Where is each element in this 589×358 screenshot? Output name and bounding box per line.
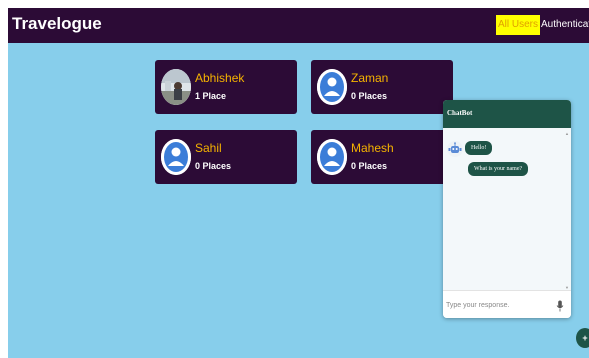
user-places-count: 0 Places	[351, 161, 388, 171]
user-name[interactable]: Abhishek	[195, 71, 244, 85]
chatbot-widget: ChatBot Hello! What is your name? ▲ ▼	[443, 100, 571, 318]
robot-icon	[446, 140, 464, 158]
user-card-sahil[interactable]: Sahil 0 Places	[155, 130, 297, 184]
bot-message: Hello!	[465, 141, 493, 155]
default-user-avatar-icon	[317, 69, 347, 105]
user-name[interactable]: Zaman	[351, 71, 388, 85]
default-user-avatar-icon	[161, 139, 191, 175]
user-card-mahesh[interactable]: Mahesh 0 Places	[311, 130, 453, 184]
user-card-zaman[interactable]: Zaman 0 Places	[311, 60, 453, 114]
scroll-up-icon[interactable]: ▲	[565, 132, 569, 136]
chatbot-header: ChatBot	[443, 100, 571, 128]
chat-scrollbar[interactable]: ▲ ▼	[565, 132, 569, 290]
navbar: Travelogue All Users Authenticate	[8, 8, 589, 43]
microphone-icon[interactable]	[556, 299, 564, 312]
user-name[interactable]: Sahil	[195, 141, 222, 155]
chat-response-input[interactable]	[446, 297, 546, 313]
nav-authenticate[interactable]: Authenticate	[539, 15, 589, 35]
chatbot-toggle-button[interactable]: +	[576, 328, 589, 348]
user-photo-avatar	[161, 69, 191, 105]
user-places-count: 0 Places	[351, 91, 388, 101]
brand-logo[interactable]: Travelogue	[12, 14, 102, 34]
user-name[interactable]: Mahesh	[351, 141, 394, 155]
user-places-count: 1 Place	[195, 91, 227, 101]
app-frame: Travelogue All Users Authenticate Abhish…	[8, 8, 589, 358]
user-card-abhishek[interactable]: Abhishek 1 Place	[155, 60, 297, 114]
user-places-count: 0 Places	[195, 161, 232, 171]
nav-all-users[interactable]: All Users	[496, 15, 541, 35]
bot-message: What is your name?	[468, 162, 529, 176]
default-user-avatar-icon	[317, 139, 347, 175]
chat-input-bar	[443, 290, 571, 318]
